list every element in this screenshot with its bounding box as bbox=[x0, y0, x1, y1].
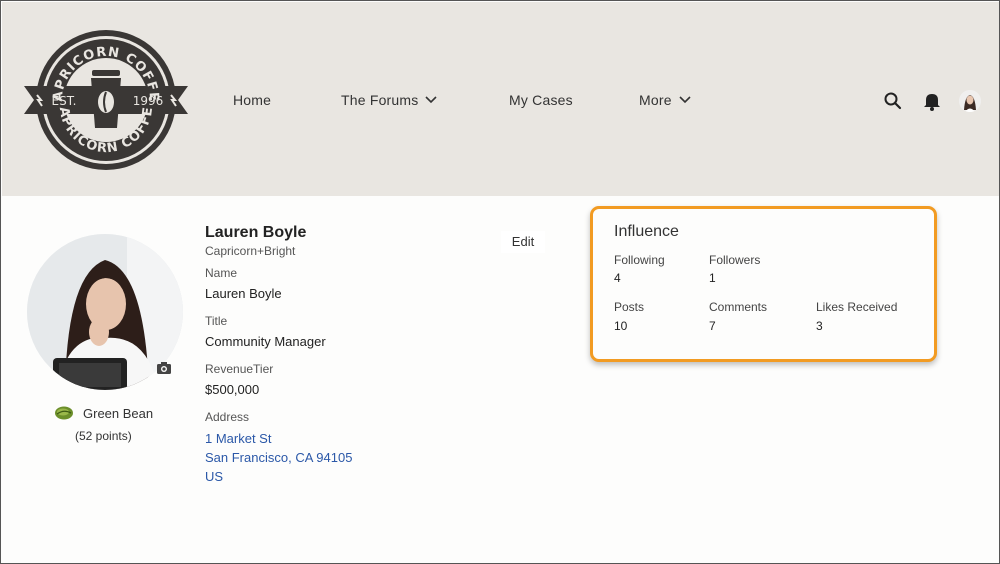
followers-label: Followers bbox=[709, 253, 761, 267]
logo-year: 1996 bbox=[133, 94, 164, 108]
address-line2-link[interactable]: San Francisco, CA 94105 bbox=[205, 450, 352, 465]
logo-est: EST. bbox=[52, 94, 77, 108]
following-label: Following bbox=[614, 253, 665, 267]
likes-received-label: Likes Received bbox=[816, 300, 898, 314]
nav-cases-label: My Cases bbox=[509, 92, 573, 108]
camera-icon[interactable] bbox=[156, 361, 172, 375]
following-count[interactable]: 4 bbox=[614, 271, 621, 285]
page-frame: CAPRICORN COFFEE CAPRICORN COFFEE EST. 1… bbox=[0, 0, 1000, 564]
revenue-tier-label: RevenueTier bbox=[205, 362, 274, 376]
name-label: Name bbox=[205, 266, 238, 280]
chevron-down-icon bbox=[679, 96, 691, 104]
title-label: Title bbox=[205, 314, 228, 328]
profile-company: Capricorn+Bright bbox=[205, 244, 296, 258]
nav-more[interactable]: More bbox=[639, 92, 692, 108]
user-avatar[interactable] bbox=[959, 90, 981, 112]
nav-my-cases[interactable]: My Cases bbox=[509, 92, 573, 108]
coffee-bean-icon bbox=[55, 406, 73, 420]
bell-icon[interactable] bbox=[921, 90, 943, 112]
address-label: Address bbox=[205, 410, 250, 424]
nav-forums-label: The Forums bbox=[341, 92, 419, 108]
reputation-badge: Green Bean bbox=[54, 403, 153, 423]
influence-title: Influence bbox=[614, 223, 679, 240]
name-value: Lauren Boyle bbox=[205, 286, 282, 301]
followers-count[interactable]: 1 bbox=[709, 271, 716, 285]
posts-count: 10 bbox=[614, 319, 628, 333]
title-value: Community Manager bbox=[205, 334, 326, 349]
search-icon[interactable] bbox=[882, 90, 904, 112]
nav-home-label: Home bbox=[233, 92, 272, 108]
comments-count: 7 bbox=[709, 319, 716, 333]
likes-received-count: 3 bbox=[816, 319, 823, 333]
comments-label: Comments bbox=[709, 300, 768, 314]
nav-more-label: More bbox=[639, 92, 672, 108]
address-line1-link[interactable]: 1 Market St bbox=[205, 431, 271, 446]
badge-label: Green Bean bbox=[83, 405, 154, 421]
nav-the-forums[interactable]: The Forums bbox=[341, 92, 438, 108]
posts-label: Posts bbox=[614, 300, 645, 314]
avatar-image bbox=[959, 90, 981, 112]
address-line3-link[interactable]: US bbox=[205, 469, 223, 484]
profile-name: Lauren Boyle bbox=[205, 224, 307, 241]
nav-home[interactable]: Home bbox=[233, 92, 271, 108]
reputation-points: (52 points) bbox=[75, 429, 132, 443]
chevron-down-icon bbox=[425, 96, 438, 104]
site-header: CAPRICORN COFFEE CAPRICORN COFFEE EST. 1… bbox=[2, 2, 999, 196]
revenue-tier-value: $500,000 bbox=[205, 382, 260, 397]
capricorn-coffee-logo[interactable]: CAPRICORN COFFEE CAPRICORN COFFEE EST. 1… bbox=[24, 26, 188, 174]
edit-button[interactable]: Edit bbox=[501, 231, 545, 253]
